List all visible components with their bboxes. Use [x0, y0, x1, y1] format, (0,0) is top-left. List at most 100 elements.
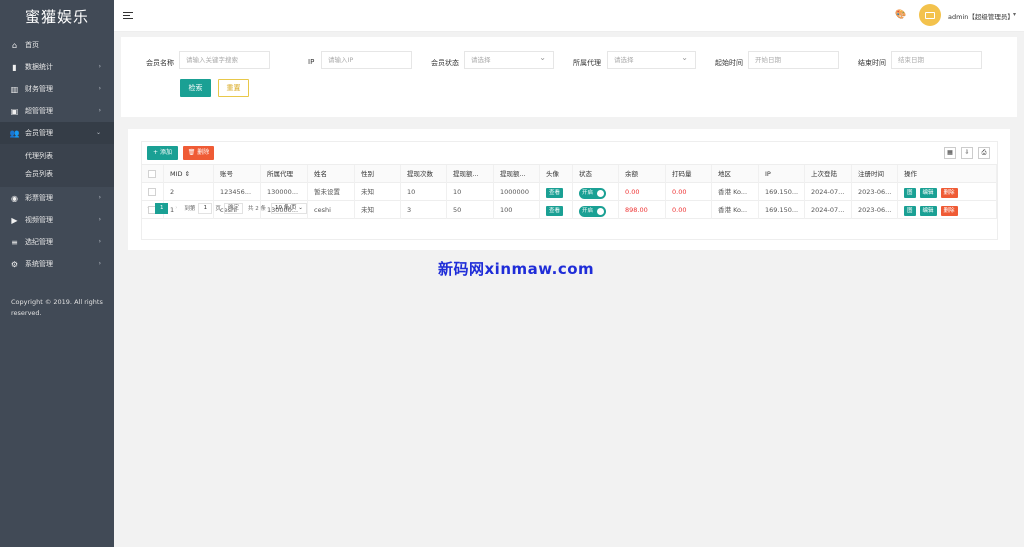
status-label: 会员状态	[431, 59, 459, 67]
chevron-right-icon: ›	[98, 194, 101, 201]
sidebar-item-admins[interactable]: ▣ 超管管理 ›	[0, 100, 114, 122]
row-checkbox[interactable]	[148, 188, 156, 196]
brand-logo: 蜜獾娱乐	[24, 8, 89, 26]
cell-name: 暂未设置	[308, 183, 355, 201]
page-current[interactable]: 1	[155, 202, 169, 214]
chevron-right-icon: ›	[98, 216, 101, 223]
search-panel: 会员名称 请输入关键字搜索 IP 请输入IP 会员状态 请选择 所属代理 请选择…	[121, 37, 1017, 117]
cell-withdraw-a: 50	[447, 201, 494, 219]
column-header: 提现额...	[494, 165, 540, 183]
sidebar-item-selection[interactable]: ≡ 选纪管理 ›	[0, 231, 114, 253]
bank-icon: ▥	[10, 84, 19, 94]
cell-region: 香港 Ko...	[712, 183, 759, 201]
member-table: + 添加 🗑 删除 ▦ ⇩ ⎙ MID ⇕ 账号 所属代理 姓名 性别 提现次数…	[141, 141, 998, 240]
top-header: 🎨 admin【超级管理员】 ▾	[114, 0, 1024, 32]
cell-last-login: 2024-07...	[805, 201, 852, 219]
image-button[interactable]: 图	[904, 188, 916, 198]
search-button[interactable]: 检索	[180, 79, 211, 97]
cell-name: ceshi	[308, 201, 355, 219]
admin-icon: ▣	[10, 106, 19, 116]
sidebar-item-label: 超管管理	[25, 107, 53, 115]
view-avatar-button[interactable]: 查看	[546, 188, 564, 198]
delete-row-button[interactable]: 删除	[940, 206, 958, 216]
menu-icon[interactable]	[123, 12, 133, 20]
delete-button[interactable]: 🗑 删除	[183, 146, 214, 160]
users-icon: 👥	[9, 128, 20, 138]
cell-avatar: 查看	[540, 183, 573, 201]
cell-region: 香港 Ko...	[712, 201, 759, 219]
columns-icon[interactable]: ▦	[944, 147, 956, 159]
sidebar-item-home[interactable]: ⌂ 首页	[0, 34, 114, 56]
sidebar-item-label: 选纪管理	[25, 238, 53, 246]
sidebar-item-label: 数据统计	[25, 63, 53, 71]
member-name-input[interactable]: 请输入关键字搜索	[179, 51, 270, 69]
pagination: ‹ 1 › 到第 1 页 确定 共 2 条 10 条/页 ⌄	[147, 202, 307, 214]
next-page-icon[interactable]: ›	[175, 205, 177, 211]
page-goto-input[interactable]: 1	[198, 202, 213, 214]
avatar[interactable]	[919, 4, 941, 26]
edit-button[interactable]: 编辑	[919, 188, 937, 198]
page-confirm-button[interactable]: 确定	[223, 202, 243, 214]
chevron-right-icon: ›	[98, 238, 101, 245]
select-all-cell	[142, 165, 164, 183]
video-icon: ▶	[11, 215, 18, 225]
page-size-select[interactable]: 10 条/页 ⌄	[270, 202, 307, 214]
reset-button[interactable]: 重置	[218, 79, 249, 97]
copyright-text: Copyright © 2019. All rights reserved.	[11, 298, 103, 317]
sidebar-item-label: 会员管理	[25, 129, 53, 137]
chevron-right-icon: ›	[98, 107, 101, 114]
sidebar-item-finance[interactable]: ▥ 财务管理 ›	[0, 78, 114, 100]
page-suffix: 页	[215, 206, 221, 212]
column-header: 提现额...	[447, 165, 494, 183]
table-header-row: MID ⇕ 账号 所属代理 姓名 性别 提现次数 提现额... 提现额... 头…	[142, 165, 997, 183]
sidebar-subitem-agent-list[interactable]: 代理列表	[0, 147, 114, 165]
column-header: 所属代理	[261, 165, 308, 183]
column-header: 账号	[214, 165, 261, 183]
sort-icon[interactable]: ⇕	[185, 170, 190, 178]
cell-withdraw-count: 3	[401, 201, 447, 219]
sidebar-item-video[interactable]: ▶ 视频管理 ›	[0, 209, 114, 231]
status-toggle[interactable]: 开启	[579, 206, 606, 217]
agent-select[interactable]: 请选择	[607, 50, 696, 69]
view-avatar-button[interactable]: 查看	[546, 206, 564, 216]
end-date-input[interactable]: 结束日期	[891, 51, 982, 69]
prev-page-icon[interactable]: ‹	[147, 205, 149, 211]
column-header[interactable]: MID ⇕	[164, 165, 214, 183]
sidebar-item-members[interactable]: 👥 会员管理 ⌄	[0, 122, 114, 144]
avatar-icon	[925, 11, 935, 19]
sidebar-item-label: 系统管理	[25, 260, 53, 268]
cell-balance: 898.00	[619, 201, 666, 219]
column-header: 头像	[540, 165, 573, 183]
column-header: 上次登陆	[805, 165, 852, 183]
home-icon: ⌂	[11, 40, 18, 50]
sidebar-item-lottery[interactable]: ◉ 彩票管理 ›	[0, 187, 114, 209]
print-icon[interactable]: ⎙	[978, 147, 990, 159]
username-menu[interactable]: admin【超级管理员】	[948, 11, 1014, 21]
sidebar-item-statistics[interactable]: ▮ 数据统计 ›	[0, 56, 114, 78]
palette-icon[interactable]: 🎨	[895, 10, 906, 20]
select-all-checkbox[interactable]	[148, 170, 156, 178]
sidebar-item-system[interactable]: ⚙ 系统管理 ›	[0, 253, 114, 275]
chevron-right-icon: ›	[98, 63, 101, 70]
image-button[interactable]: 图	[904, 206, 916, 216]
add-button[interactable]: + 添加	[147, 146, 178, 160]
goto-label: 到第	[184, 206, 196, 212]
column-header: 打码量	[666, 165, 712, 183]
delete-row-button[interactable]: 删除	[940, 188, 958, 198]
watermark: 新码网xinmaw.com	[438, 260, 595, 278]
cell-operations: 图编辑 删除	[898, 201, 997, 219]
sidebar-item-label: 财务管理	[25, 85, 53, 93]
export-icon[interactable]: ⇩	[961, 147, 973, 159]
sidebar-subitem-member-list[interactable]: 会员列表	[0, 165, 114, 183]
start-date-input[interactable]: 开始日期	[748, 51, 839, 69]
cell-status: 开启	[573, 201, 619, 219]
column-header: 性别	[355, 165, 401, 183]
ip-input[interactable]: 请输入IP	[321, 51, 412, 69]
chevron-down-icon[interactable]: ▾	[1013, 11, 1016, 18]
sidebar-item-label: 彩票管理	[25, 194, 53, 202]
status-toggle[interactable]: 开启	[579, 188, 606, 199]
status-select[interactable]: 请选择	[464, 50, 554, 69]
edit-button[interactable]: 编辑	[919, 206, 937, 216]
cell-agent: 130000...	[261, 183, 308, 201]
cell-last-login: 2024-07...	[805, 183, 852, 201]
